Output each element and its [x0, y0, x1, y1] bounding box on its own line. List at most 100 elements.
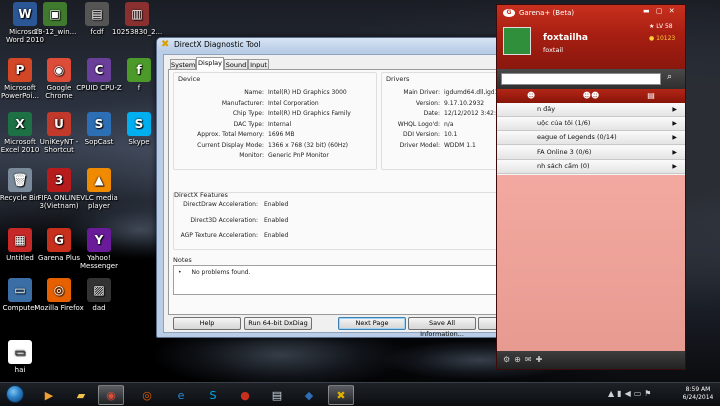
desktop-icon-image: 3 — [47, 168, 71, 192]
garena-title: Garena+ (Beta) — [519, 9, 575, 17]
battery-icon[interactable]: ▭ — [634, 389, 645, 398]
features-heading: DirectX Features — [174, 191, 228, 199]
contact-group-label: FA Online 3 (0/6) — [537, 147, 592, 156]
maximize-icon[interactable]: ▢ — [656, 7, 663, 15]
contact-group[interactable]: n đây ▶ — [497, 103, 685, 117]
info-value: Intel Corporation — [268, 99, 319, 107]
dxdiag-window[interactable]: ✖ DirectX Diagnostic Tool ✕ System Displ… — [156, 37, 561, 338]
info-key: Driver Model: — [399, 141, 440, 149]
taskbar-garena[interactable]: ● — [232, 385, 258, 405]
taskbar-media-player[interactable]: ▶ — [36, 385, 62, 405]
clock-time: 8:59 AM — [685, 386, 711, 393]
contact-group[interactable]: nh sách cấm (0) ▶ — [497, 159, 685, 174]
window-controls[interactable]: ▬ ▢ ✕ — [643, 7, 675, 15]
clock-date: 6/24/2014 — [682, 394, 714, 401]
desktop-icon[interactable]: Y Yahoo! Messenger — [74, 228, 124, 270]
info-value: 1366 x 768 (32 bit) (60Hz) — [268, 141, 348, 149]
taskbar-firefox[interactable]: ◎ — [134, 385, 160, 405]
tab-friends[interactable]: ☻☻ — [561, 91, 621, 100]
info-value: Internal — [268, 120, 292, 128]
help-button[interactable]: Help — [173, 317, 241, 330]
directx-icon: ✖ — [161, 39, 170, 50]
desktop-icon-image: G — [47, 228, 71, 252]
search-icon[interactable]: ⌕ — [667, 72, 672, 82]
contact-group-label: uộc của tôi (1/6) — [537, 119, 591, 128]
desktop-icon[interactable]: ▥ 10253830_2... — [112, 2, 162, 36]
skype-icon: S — [209, 388, 217, 402]
drivers-heading: Drivers — [386, 75, 410, 83]
info-key: DDI Version: — [402, 131, 440, 138]
info-value: Enabled — [264, 232, 289, 239]
taskbar-explorer[interactable]: ▰ — [68, 385, 94, 405]
tab-rooms[interactable]: ▤ — [621, 91, 681, 100]
info-value: 1696 MB — [268, 131, 295, 138]
contact-group-label: nh sách cấm (0) — [537, 161, 590, 170]
dxdiag-titlebar[interactable]: ✖ DirectX Diagnostic Tool ✕ — [157, 38, 542, 52]
taskbar-chrome[interactable]: ◉ — [98, 385, 124, 405]
bottom-tools[interactable]: ⚙⊕✉✚ — [503, 355, 546, 364]
start-button[interactable] — [6, 385, 24, 403]
taskbar-dxdiag[interactable]: ✖ — [328, 385, 354, 405]
search-input[interactable] — [501, 73, 661, 85]
desktop-icon-image: ▭ — [8, 278, 32, 302]
folder-icon: ▰ — [76, 388, 86, 402]
contact-group[interactable]: eague of Legends (0/14) ▶ — [497, 131, 685, 146]
chevron-right-icon: ▶ — [672, 106, 677, 113]
next-page-button[interactable]: Next Page — [338, 317, 406, 330]
internet-explorer-icon: e — [177, 388, 185, 402]
info-key: AGP Texture Acceleration: — [180, 232, 258, 239]
info-key: Current Display Mode: — [197, 141, 264, 149]
features-group: DirectX Features DirectDraw Acceleration… — [173, 191, 529, 250]
volume-icon[interactable]: ◀ — [625, 389, 634, 398]
taskbar-app[interactable]: ◆ — [296, 385, 322, 405]
save-all-information-button[interactable]: Save All Information... — [408, 317, 476, 338]
avatar[interactable] — [503, 27, 531, 55]
printer-icon: ▤ — [271, 388, 283, 402]
chat-icon[interactable]: ✉ — [525, 355, 536, 364]
garena-toolbar: ⌕ — [497, 69, 685, 89]
taskbar-clock[interactable]: 8:59 AM 6/24/2014 — [678, 386, 718, 402]
contact-group[interactable]: uộc của tôi (1/6) ▶ — [497, 117, 685, 132]
chevron-right-icon: ▶ — [672, 120, 677, 128]
desktop-icon-image: ▣ — [43, 2, 67, 26]
taskbar-printer[interactable]: ▤ — [264, 385, 290, 405]
taskbar-ie[interactable]: e — [168, 385, 194, 405]
tab-display[interactable]: Display — [196, 57, 224, 70]
info-key: DAC Type: — [233, 120, 264, 128]
desktop-icon-image: ◎ — [47, 278, 71, 302]
flag-icon[interactable]: ⚑ — [644, 389, 654, 398]
info-key: Monitor: — [239, 152, 264, 159]
device-heading: Device — [178, 75, 201, 83]
minimize-icon[interactable]: ▬ — [643, 7, 650, 15]
tab-recent[interactable]: ☻ — [501, 91, 561, 100]
network-icon[interactable]: ▮ — [617, 389, 624, 398]
desktop-icon-image: f — [127, 58, 151, 82]
taskbar-skype[interactable]: S — [200, 385, 226, 405]
run-64bit-dxdiag-button[interactable]: Run 64-bit DxDiag — [244, 317, 312, 330]
garena-icon: ● — [240, 388, 250, 402]
garena-window[interactable]: G Garena+ (Beta) ▬ ▢ ✕ foxtailha foxtail… — [496, 4, 686, 370]
info-value: Intel(R) HD Graphics Family — [268, 110, 351, 117]
desktop-icon[interactable]: ▲ VLC media player — [74, 168, 124, 210]
desktop-icon[interactable]: ▨ dad — [74, 278, 124, 312]
display-tab-panel: Device Name: Intel(R) HD Graphics 3000 Man… — [168, 69, 561, 315]
rooms-icon: ▤ — [647, 91, 655, 100]
desktop-icon-image: ▨ — [87, 278, 111, 302]
info-key: Chip Type: — [232, 110, 264, 117]
desktop-icon[interactable]: ▭ hai — [0, 340, 45, 374]
notes-item: • No problems found. — [178, 269, 251, 276]
add-icon[interactable]: ⊕ — [514, 355, 525, 364]
contact-group[interactable]: FA Online 3 (0/6) ▶ — [497, 145, 685, 160]
firefox-icon: ◎ — [142, 388, 152, 402]
tray-icons[interactable]: ▲▮◀▭⚑ — [608, 389, 654, 398]
garena-bottom-bar: ⚙⊕✉✚ — [497, 351, 685, 369]
settings-icon[interactable]: ⚙ — [503, 355, 514, 364]
close-icon[interactable]: ✕ — [669, 7, 675, 15]
device-group: Device Name: Intel(R) HD Graphics 3000 Man… — [173, 72, 377, 170]
chevron-up-icon[interactable]: ▲ — [608, 389, 617, 398]
notes-box[interactable]: • No problems found. — [173, 265, 523, 295]
desktop-icon-image: P — [8, 58, 32, 82]
info-value: Enabled — [264, 201, 289, 208]
info-value: 9.17.10.2932 — [444, 99, 485, 107]
tool-icon[interactable]: ✚ — [536, 355, 547, 364]
